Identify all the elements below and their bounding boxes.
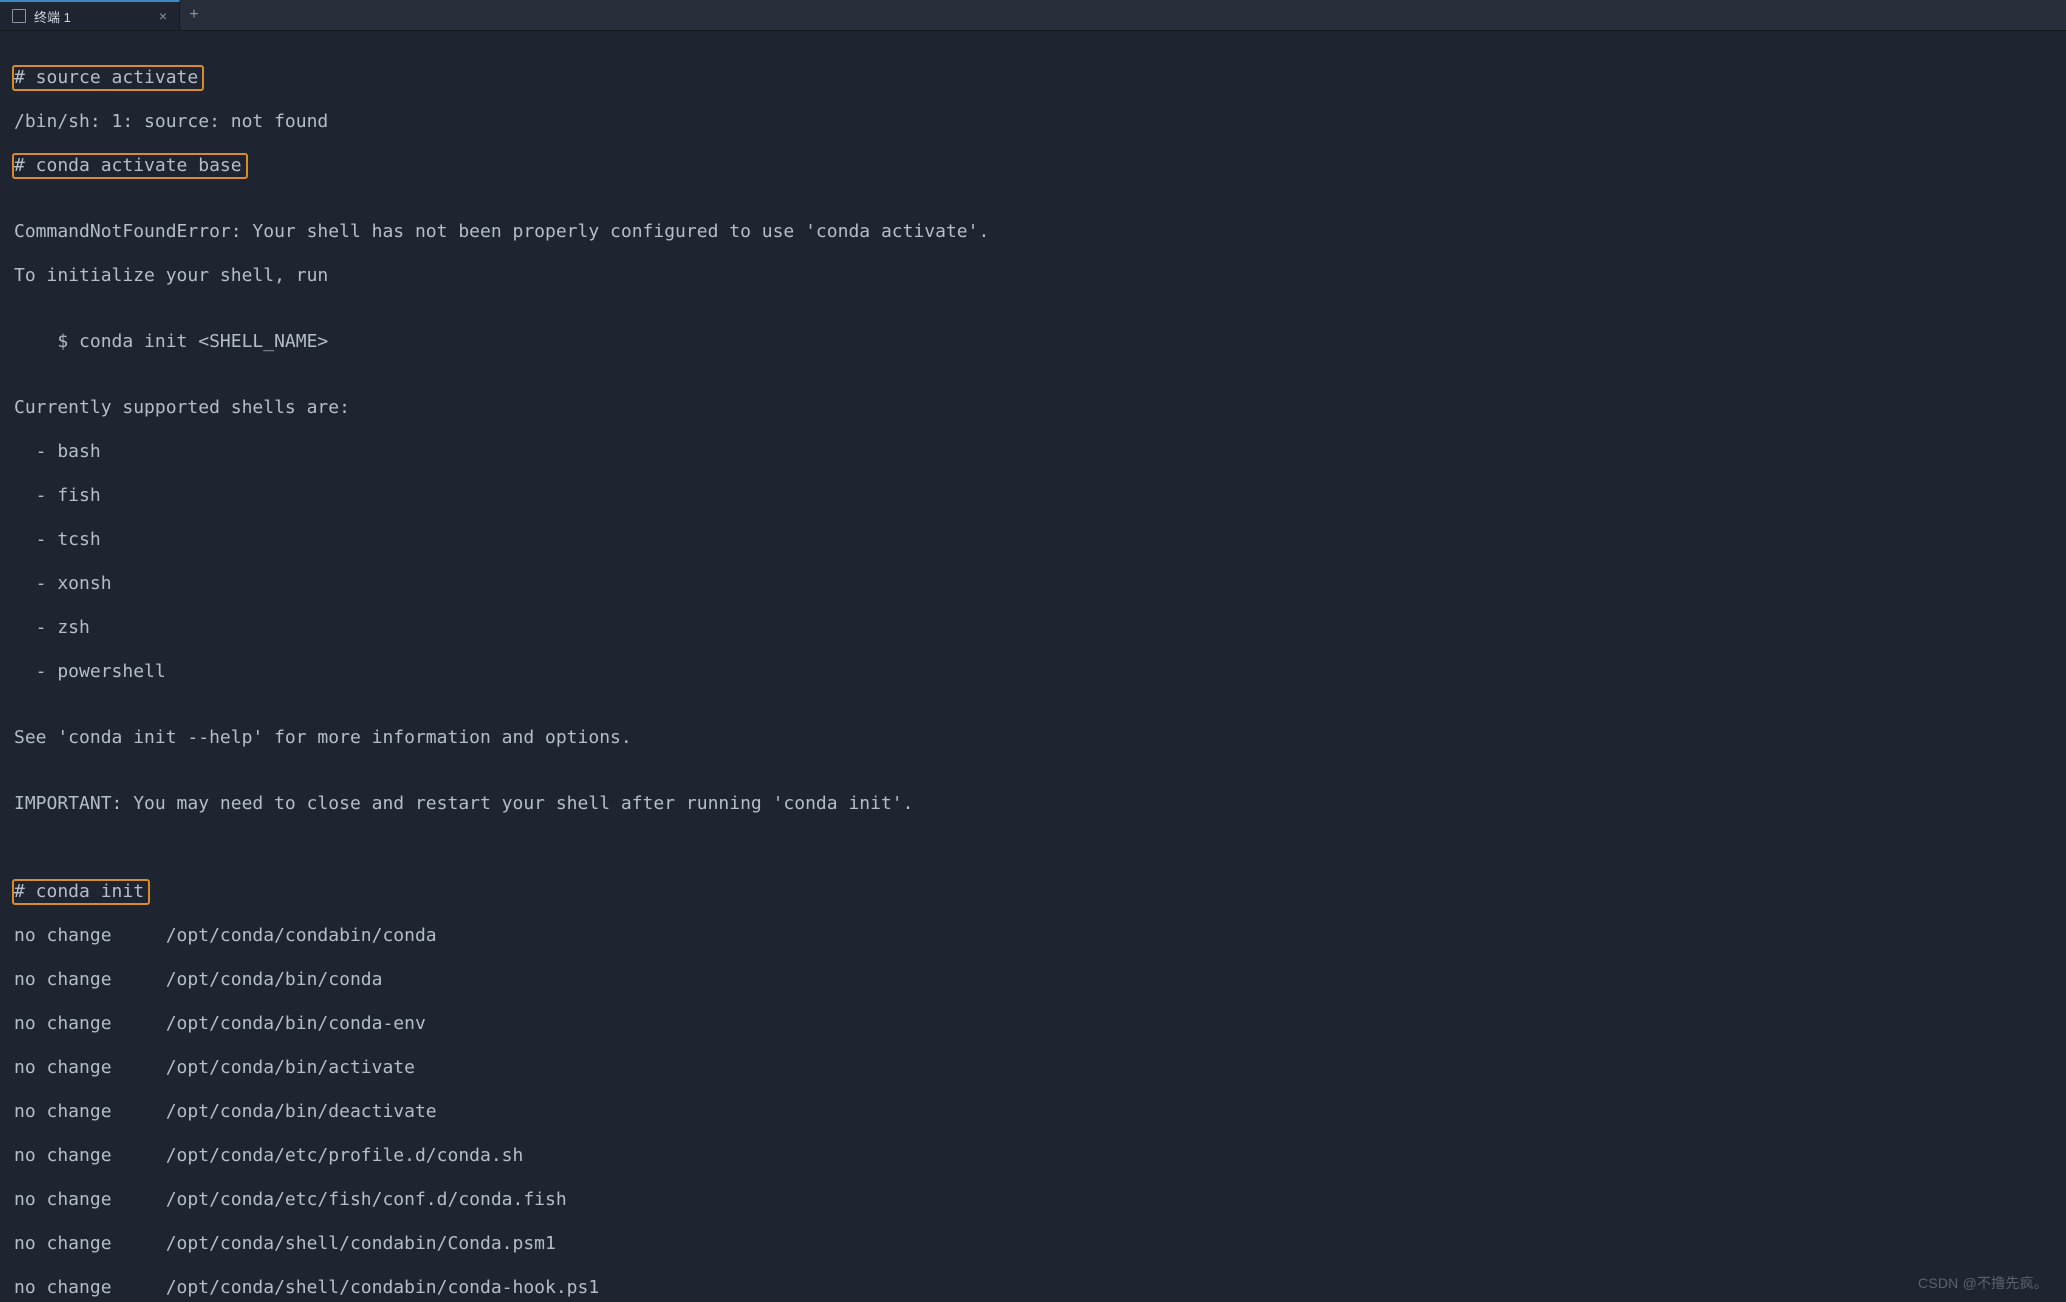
output-line: no change /opt/conda/bin/activate: [14, 1057, 2052, 1079]
output-line: no change /opt/conda/shell/condabin/Cond…: [14, 1233, 2052, 1255]
terminal-output[interactable]: # source activate /bin/sh: 1: source: no…: [0, 31, 2066, 1302]
output-line: - bash: [14, 441, 2052, 463]
terminal-window: 终端 1 × + # source activate /bin/sh: 1: s…: [0, 0, 2066, 1302]
output-line: IMPORTANT: You may need to close and res…: [14, 793, 2052, 815]
output-line: Currently supported shells are:: [14, 397, 2052, 419]
output-line: - zsh: [14, 617, 2052, 639]
output-line: - powershell: [14, 661, 2052, 683]
output-line: See 'conda init --help' for more informa…: [14, 727, 2052, 749]
close-icon[interactable]: ×: [159, 9, 167, 23]
output-line: To initialize your shell, run: [14, 265, 2052, 287]
output-line: $ conda init <SHELL_NAME>: [14, 331, 2052, 353]
highlighted-command-3: # conda init: [12, 879, 150, 905]
output-line: no change /opt/conda/bin/conda-env: [14, 1013, 2052, 1035]
output-line: no change /opt/conda/etc/profile.d/conda…: [14, 1145, 2052, 1167]
output-line: - fish: [14, 485, 2052, 507]
tab-terminal-1[interactable]: 终端 1 ×: [0, 0, 180, 30]
output-line: no change /opt/conda/etc/fish/conf.d/con…: [14, 1189, 2052, 1211]
output-line: - tcsh: [14, 529, 2052, 551]
highlighted-command-1: # source activate: [12, 65, 204, 91]
output-line: /bin/sh: 1: source: not found: [14, 111, 2052, 133]
terminal-icon: [12, 9, 26, 23]
tab-bar: 终端 1 × +: [0, 0, 2066, 31]
output-line: no change /opt/conda/condabin/conda: [14, 925, 2052, 947]
output-line: no change /opt/conda/bin/conda: [14, 969, 2052, 991]
highlighted-command-2: # conda activate base: [12, 153, 248, 179]
watermark: CSDN @不撸先疯。: [1918, 1272, 2048, 1294]
output-line: no change /opt/conda/bin/deactivate: [14, 1101, 2052, 1123]
output-line: CommandNotFoundError: Your shell has not…: [14, 221, 2052, 243]
output-line: - xonsh: [14, 573, 2052, 595]
output-line: no change /opt/conda/shell/condabin/cond…: [14, 1277, 2052, 1299]
new-tab-button[interactable]: +: [180, 0, 208, 30]
tab-label: 终端 1: [34, 7, 71, 26]
